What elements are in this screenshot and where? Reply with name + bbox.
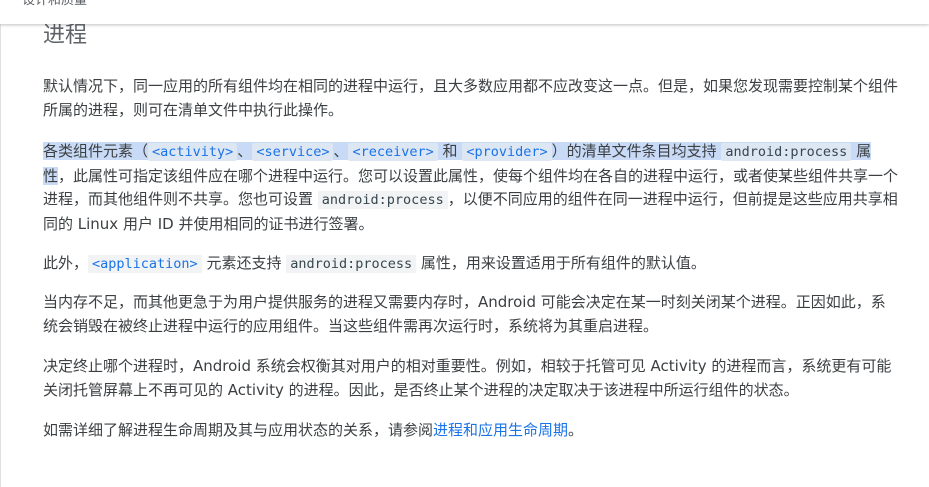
code-activity[interactable]: <activity>: [148, 143, 238, 161]
code-android-process: android:process: [286, 255, 417, 273]
text-segment: ）的清单文件条目均支持: [551, 142, 722, 160]
paragraph-low-memory: 当内存不足，而其他更急于为用户提供服务的进程又需要内存时，Android 可能会…: [43, 293, 886, 335]
paragraph-lifecycle-link: 如需详细了解进程生命周期及其与应用状态的关系，请参阅进程和应用生命周期。: [43, 419, 899, 443]
paragraph-application-element: 此外， <application> 元素还支持 android:process 属…: [43, 252, 899, 277]
code-application[interactable]: <application>: [88, 255, 202, 273]
code-provider[interactable]: <provider>: [462, 143, 552, 161]
left-divider: [0, 24, 1, 487]
code-android-process: android:process: [317, 191, 448, 209]
text-segment: 属性，用来设置适用于所有组件的默认值。: [416, 254, 706, 272]
process-lifecycle-link[interactable]: 进程和应用生命周期: [433, 421, 568, 439]
text-segment: 此外，: [43, 254, 89, 272]
text-segment: 各类组件元素（: [43, 142, 149, 160]
code-service[interactable]: <service>: [252, 143, 334, 161]
section-title: 进程: [43, 23, 88, 48]
code-receiver[interactable]: <receiver>: [348, 143, 438, 161]
paragraph-default-process: 默认情况下，同一应用的所有组件均在相同的进程中运行，且大多数应用都不应改变这一点…: [43, 77, 899, 119]
breadcrumb[interactable]: 设计和质量: [22, 0, 87, 11]
text-segment: 。: [568, 421, 584, 439]
code-android-process: android:process: [721, 143, 852, 161]
text-segment: 如需详细了解进程生命周期及其与应用状态的关系，请参阅: [43, 421, 434, 439]
text-segment: 、: [237, 142, 253, 160]
paragraph-importance: 决定终止哪个进程时，Android 系统会权衡其对用户的相对重要性。例如，相较于…: [43, 357, 892, 399]
top-bar: 设计和质量: [0, 0, 929, 24]
text-segment: 元素还支持: [201, 254, 287, 272]
text-segment: 和: [437, 142, 463, 160]
text-segment: 、: [333, 142, 349, 160]
paragraph-process-attribute: 各类组件元素（ <activity>、 <service>、 <receiver> 和…: [43, 140, 899, 236]
